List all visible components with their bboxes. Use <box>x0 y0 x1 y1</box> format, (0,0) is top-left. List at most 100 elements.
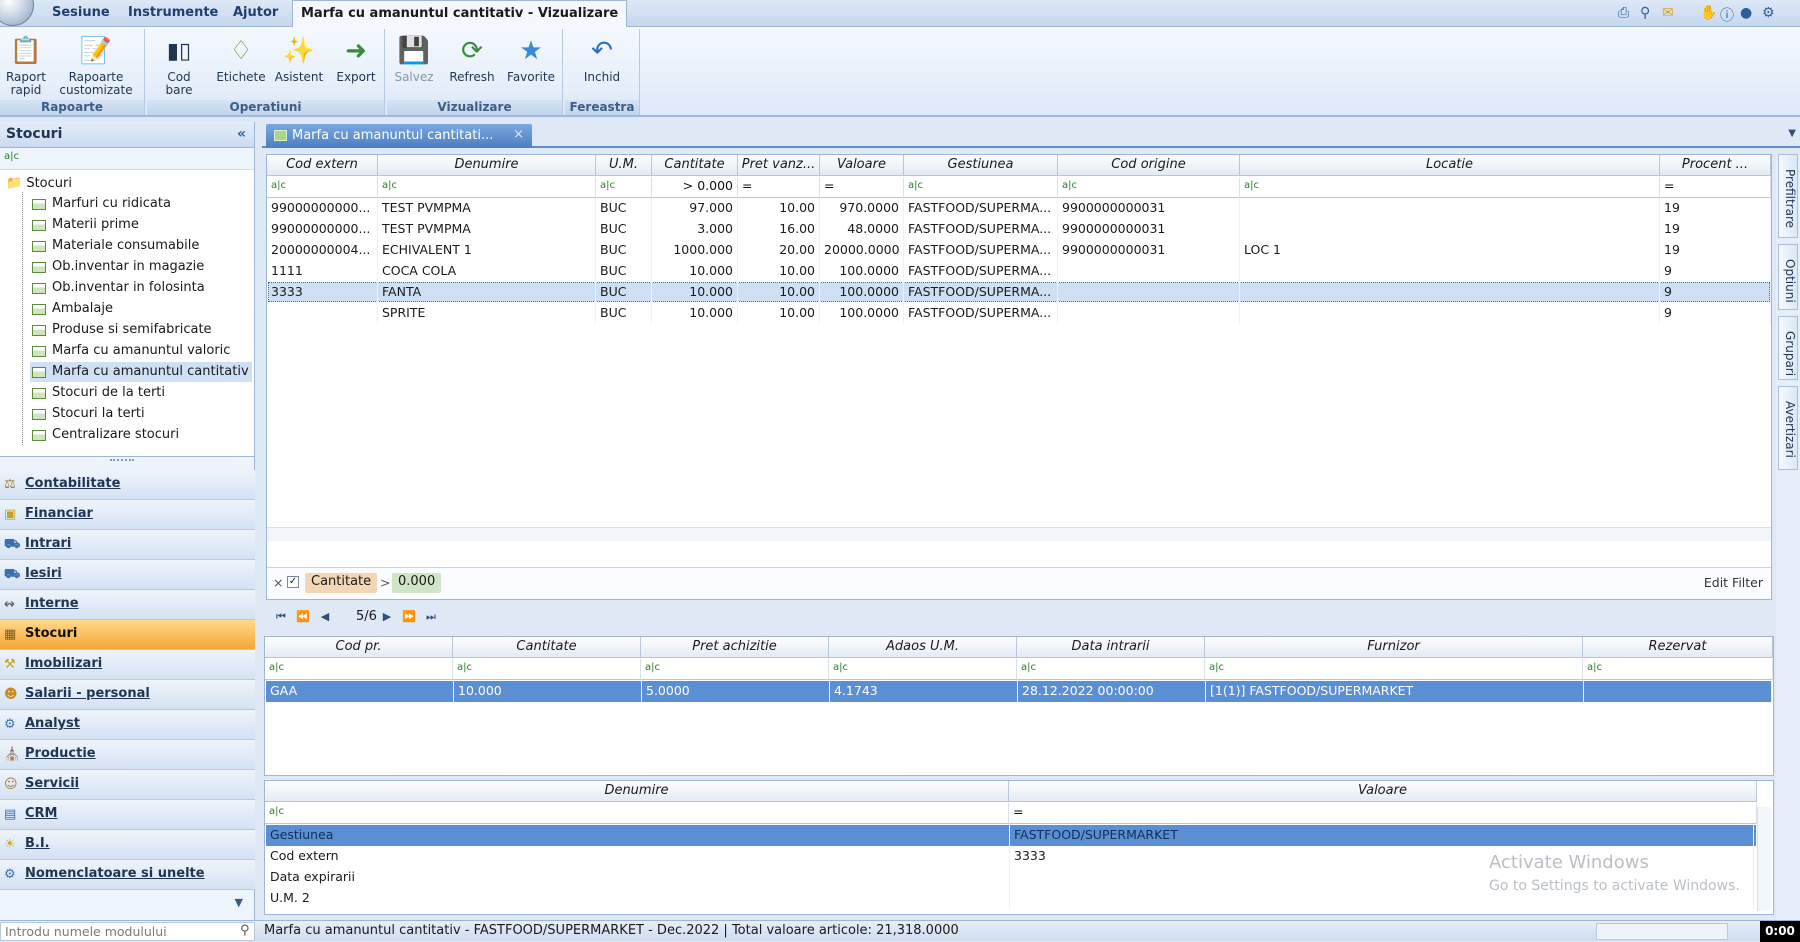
filter-denumire[interactable]: a|c <box>378 177 596 198</box>
col-header-pret-achizitie[interactable]: Pret achizitie <box>641 637 829 658</box>
tree-item-ambalaje[interactable]: Ambalaje <box>30 299 252 319</box>
col-header-locatie[interactable]: Locatie <box>1240 155 1660 176</box>
table-row[interactable]: GAA 10.000 5.0000 4.1743 28.12.2022 00:0… <box>266 681 1772 702</box>
next-page-icon[interactable]: ⏩ <box>398 607 420 627</box>
nav-interne[interactable]: ↭ Interne <box>0 590 255 620</box>
nav-salarii-personal[interactable]: ☻ Salarii - personal <box>0 680 255 710</box>
clear-filter-icon[interactable]: × <box>273 575 283 590</box>
mail-icon[interactable]: ✉ <box>1662 5 1674 21</box>
nav-iesiri[interactable]: ⛟ Iesiri <box>0 560 255 590</box>
filter-pret-achizitie[interactable]: a|c <box>641 659 829 680</box>
table-row[interactable]: 20000000004... ECHIVALENT 1 BUC 1000.000 20.… <box>267 240 1771 261</box>
filter-field-pill[interactable]: Cantitate <box>305 573 378 593</box>
filter-prop-denumire[interactable]: a|c <box>265 803 1009 824</box>
module-search-input[interactable]: Introdu numele modulului <box>0 922 255 941</box>
table-row[interactable]: 3333 FANTA BUC 10.000 10.00 100.0000 FASTFOOD/… <box>267 282 1771 303</box>
col-header-prop-denumire[interactable]: Denumire <box>265 781 1009 802</box>
collapse-panel-icon[interactable]: « <box>237 126 246 142</box>
table-row[interactable]: 99000000000... TEST PVMPMA BUC 97.000 10.00 9… <box>267 198 1771 219</box>
tree-item-centralizare-stocuri[interactable]: Centralizare stocuri <box>30 425 252 445</box>
nav-servicii[interactable]: ☺ Servicii <box>0 770 255 800</box>
filter-adaos-um[interactable]: a|c <box>829 659 1017 680</box>
tab-prefiltrare[interactable]: Prefiltrare <box>1778 154 1798 238</box>
hand-icon[interactable]: ✋ <box>1700 5 1717 21</box>
prev-page-icon[interactable]: ⏪ <box>292 607 314 627</box>
filter-rezervat[interactable]: a|c <box>1583 659 1773 680</box>
col-header-gestiunea[interactable]: Gestiunea <box>904 155 1058 176</box>
etichete-button[interactable]: ♢ Etichete <box>215 35 267 84</box>
tree-item-materiale-consumabile[interactable]: Materiale consumabile <box>30 236 252 256</box>
col-header-valoare[interactable]: Valoare <box>820 155 904 176</box>
settings-gear-icon[interactable]: ⚙ <box>1762 5 1775 21</box>
col-header-um[interactable]: U.M. <box>596 155 652 176</box>
menu-instrumente[interactable]: Instrumente <box>128 5 218 20</box>
nav-overflow-chevron-icon[interactable]: ▼ <box>0 890 255 916</box>
tree-item-stocuri-de-la-terti[interactable]: Stocuri de la terti <box>30 383 252 403</box>
filter-pret-vanzare[interactable]: = <box>738 177 820 198</box>
nav-intrari[interactable]: ⛟ Intrari <box>0 530 255 560</box>
filter-prop-valoare[interactable]: = <box>1009 803 1757 824</box>
filter-cod-pr[interactable]: a|c <box>265 659 453 680</box>
module-search-icon[interactable]: ⚲ <box>240 923 250 938</box>
filter-data-intrarii[interactable]: a|c <box>1017 659 1205 680</box>
table-row[interactable]: 1111 COCA COLA BUC 10.000 10.00 100.0000 FASTF… <box>267 261 1771 282</box>
col-header-data-intrarii[interactable]: Data intrarii <box>1017 637 1205 658</box>
favorite-button[interactable]: ★ Favorite <box>503 35 559 84</box>
table-row[interactable]: SPRITE BUC 10.000 10.00 100.0000 FASTFOOD/SUP… <box>267 303 1771 324</box>
filter-cantitate[interactable]: > 0.000 <box>652 177 738 198</box>
filter-gestiunea[interactable]: a|c <box>904 177 1058 198</box>
tree-item-marfa-amanuntul-cantitativ[interactable]: Marfa cu amanuntul cantitativ <box>30 362 252 382</box>
tree-item-stocuri-la-terti[interactable]: Stocuri la terti <box>30 404 252 424</box>
refresh-button[interactable]: ⟳ Refresh <box>445 35 499 84</box>
filter-locatie[interactable]: a|c <box>1240 177 1660 198</box>
nav-bi[interactable]: ☀ B.I. <box>0 830 255 860</box>
export-button[interactable]: ➜ Export <box>331 35 381 84</box>
filter-value-pill[interactable]: 0.000 <box>392 573 442 593</box>
col-header-cantitate-lot[interactable]: Cantitate <box>453 637 641 658</box>
close-tab-icon[interactable]: × <box>513 127 524 142</box>
col-header-denumire[interactable]: Denumire <box>378 155 596 176</box>
first-record-icon[interactable]: ⏮ <box>270 607 292 627</box>
cod-bare-button[interactable]: ▮▯ Cod bare <box>153 35 205 97</box>
nav-contabilitate[interactable]: ⚖ Contabilitate <box>0 470 255 500</box>
search-icon[interactable]: ⚲ <box>1640 5 1650 21</box>
inchid-button[interactable]: ↶ Inchid <box>577 35 627 84</box>
table-row[interactable]: Gestiunea FASTFOOD/SUPERMARKET <box>266 825 1756 846</box>
filter-valoare[interactable]: = <box>820 177 904 198</box>
info-icon[interactable]: ● <box>1740 5 1752 21</box>
rapoarte-customizate-button[interactable]: 📝 Rapoarte customizate <box>56 35 136 97</box>
splitter-handle[interactable] <box>110 459 134 461</box>
tab-optiuni[interactable]: Optiuni <box>1778 244 1798 310</box>
tree-item-produse-semifabricate[interactable]: Produse si semifabricate <box>30 320 252 340</box>
next-record-icon[interactable]: ▶ <box>376 607 398 627</box>
filter-enabled-checkbox[interactable]: ✓ <box>287 576 299 588</box>
filter-cod-extern[interactable]: a|c <box>267 177 378 198</box>
raport-rapid-button[interactable]: 📋 Raport rapid <box>4 35 48 97</box>
nav-productie[interactable]: ⛪ Productie <box>0 740 255 770</box>
asistent-button[interactable]: ✨ Asistent <box>271 35 327 84</box>
filter-procent[interactable]: = <box>1660 177 1771 198</box>
prev-record-icon[interactable]: ◀ <box>314 607 336 627</box>
col-header-cod-pr[interactable]: Cod pr. <box>265 637 453 658</box>
tree-item-marfuri-cu-ridicata[interactable]: Marfuri cu ridicata <box>30 194 252 214</box>
col-header-cantitate[interactable]: Cantitate <box>652 155 738 176</box>
nav-nomenclatoare-unelte[interactable]: ⚙ Nomenclatoare si unelte <box>0 860 255 890</box>
tree-item-marfa-amanuntul-valoric[interactable]: Marfa cu amanuntul valoric <box>30 341 252 361</box>
filter-um[interactable]: a|c <box>596 177 652 198</box>
nav-crm[interactable]: ▤ CRM <box>0 800 255 830</box>
filter-cantitate-lot[interactable]: a|c <box>453 659 641 680</box>
edit-filter-link[interactable]: Edit Filter <box>1704 575 1763 590</box>
nav-financiar[interactable]: ▣ Financiar <box>0 500 255 530</box>
tree-filter-field[interactable]: a|c <box>0 148 254 170</box>
vertical-scrollbar[interactable] <box>1757 807 1771 911</box>
tree-root-stocuri[interactable]: 📁 Stocuri <box>6 176 72 191</box>
nav-analyst[interactable]: ⚙ Analyst <box>0 710 255 740</box>
tab-list-dropdown-icon[interactable]: ▼ <box>1788 128 1796 139</box>
col-header-prop-valoare[interactable]: Valoare <box>1009 781 1757 802</box>
filter-cod-origine[interactable]: a|c <box>1058 177 1240 198</box>
tree-item-ob-inventar-magazie[interactable]: Ob.inventar in magazie <box>30 257 252 277</box>
menu-ajutor[interactable]: Ajutor <box>233 5 278 20</box>
app-orb-button[interactable] <box>0 0 34 26</box>
tab-grupari[interactable]: Grupari <box>1778 316 1798 380</box>
col-header-cod-extern[interactable]: Cod extern <box>267 155 378 176</box>
